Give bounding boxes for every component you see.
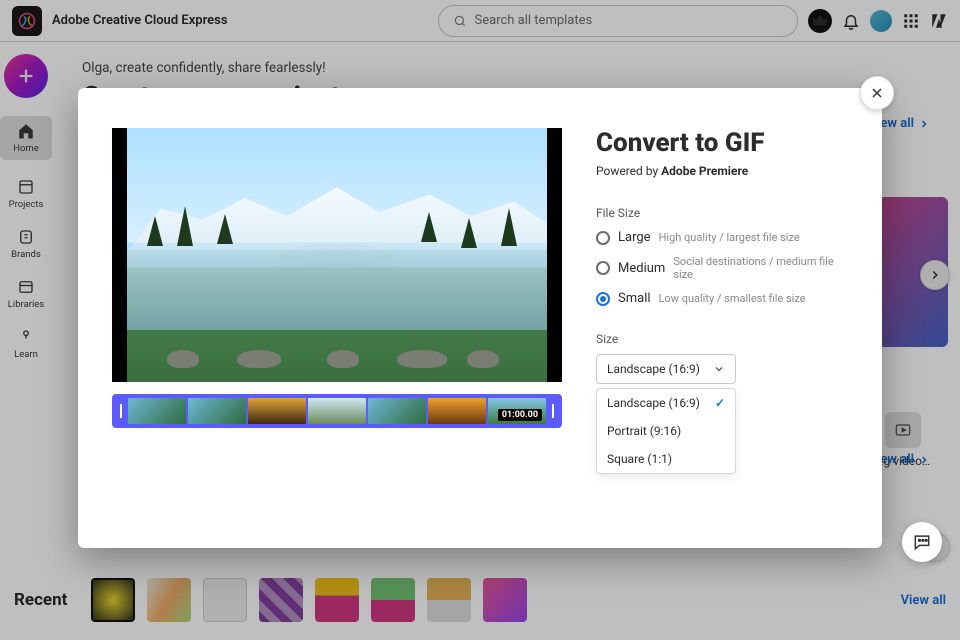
video-preview: 01:00.00: [112, 128, 562, 508]
powered-by: Powered by Adobe Premiere: [596, 164, 848, 178]
chevron-down-icon: [713, 363, 725, 375]
chat-fab[interactable]: [902, 522, 942, 562]
trim-handle-right[interactable]: [548, 398, 558, 424]
timeline-thumb[interactable]: [248, 398, 306, 424]
size-dropdown: Landscape (16:9) ✓ Portrait (9:16) Squar…: [596, 388, 736, 474]
trim-handle-left[interactable]: [116, 398, 126, 424]
size-option-label: Landscape (16:9): [607, 396, 700, 410]
modal-title: Convert to GIF: [596, 128, 848, 158]
timeline-thumb[interactable]: [128, 398, 186, 424]
radio-icon: [596, 261, 610, 275]
timeline-thumb[interactable]: [428, 398, 486, 424]
filesize-heading: File Size: [596, 206, 848, 220]
radio-icon: [596, 231, 610, 245]
filesize-option-small[interactable]: Small Low quality / smallest file size: [596, 291, 848, 306]
size-option-square[interactable]: Square (1:1): [597, 445, 735, 473]
filesize-label: Small: [618, 291, 651, 306]
video-timeline[interactable]: 01:00.00: [112, 394, 562, 428]
filesize-label: Large: [618, 230, 651, 245]
timeline-thumb[interactable]: [188, 398, 246, 424]
powered-brand: Adobe Premiere: [661, 164, 748, 178]
filesize-hint: Social destinations / medium file size: [673, 255, 848, 281]
powered-prefix: Powered by: [596, 164, 661, 178]
size-select[interactable]: Landscape (16:9): [596, 354, 736, 384]
size-option-label: Portrait (9:16): [607, 424, 681, 438]
filesize-label: Medium: [618, 261, 665, 276]
convert-to-gif-modal: 01:00.00 Convert to GIF Powered by Adobe…: [78, 88, 882, 548]
size-option-portrait[interactable]: Portrait (9:16): [597, 417, 735, 445]
filesize-hint: Low quality / smallest file size: [659, 292, 806, 305]
filesize-option-medium[interactable]: Medium Social destinations / medium file…: [596, 255, 848, 281]
size-option-label: Square (1:1): [607, 452, 672, 466]
timeline-thumb[interactable]: 01:00.00: [488, 398, 546, 424]
check-icon: ✓: [715, 396, 725, 410]
size-heading: Size: [596, 332, 848, 346]
video-frame[interactable]: [112, 128, 562, 382]
close-button[interactable]: [860, 76, 894, 110]
timeline-thumb[interactable]: [368, 398, 426, 424]
chat-icon: [912, 532, 932, 552]
radio-icon: [596, 292, 610, 306]
size-option-landscape[interactable]: Landscape (16:9) ✓: [597, 389, 735, 417]
modal-controls: Convert to GIF Powered by Adobe Premiere…: [596, 128, 848, 508]
size-selected-value: Landscape (16:9): [607, 362, 700, 376]
timeline-duration: 01:00.00: [498, 409, 542, 421]
close-icon: [869, 85, 885, 101]
video-still: [127, 128, 547, 382]
filesize-hint: High quality / largest file size: [659, 231, 800, 244]
timeline-thumb[interactable]: [308, 398, 366, 424]
filesize-option-large[interactable]: Large High quality / largest file size: [596, 230, 848, 245]
